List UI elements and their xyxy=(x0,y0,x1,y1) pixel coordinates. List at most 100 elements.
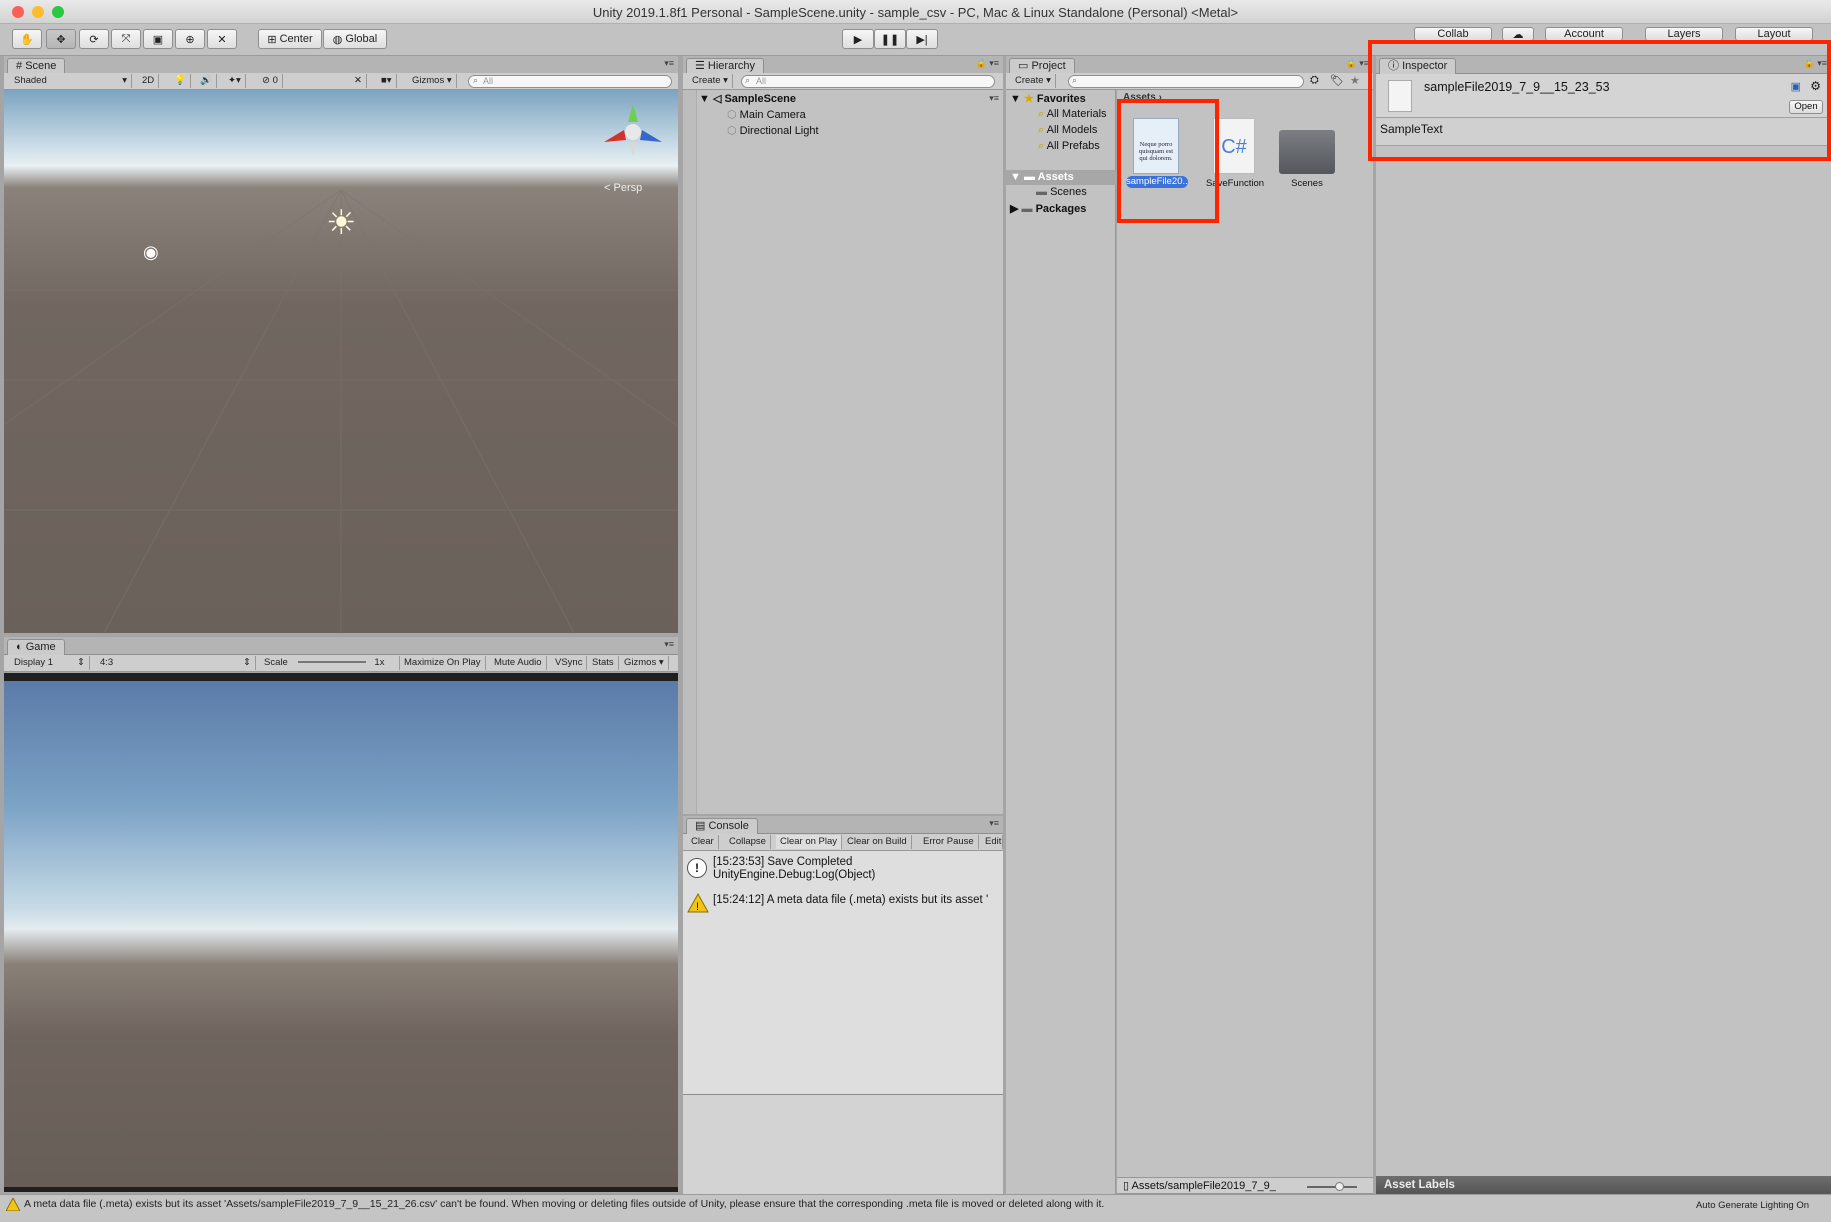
projection-label[interactable]: < Persp xyxy=(604,182,642,194)
icon-size-slider[interactable] xyxy=(1307,1182,1357,1191)
hierarchy-item-directional-light[interactable]: ⬡ Directional Light xyxy=(727,124,819,137)
orientation-gizmo[interactable] xyxy=(598,94,668,164)
account-dropdown[interactable]: Account xyxy=(1545,27,1623,41)
console-clear-on-build-toggle[interactable]: Clear on Build xyxy=(843,835,912,849)
lighting-toggle[interactable]: 💡 xyxy=(170,74,191,88)
scale-slider[interactable]: Scale 1x xyxy=(260,656,400,670)
assets-folder-item[interactable]: ▼ ▬ Assets xyxy=(1006,170,1116,185)
project-panel-menu[interactable]: 🔒 ▾≡ xyxy=(1346,58,1369,69)
console-detail-pane xyxy=(683,1094,1003,1194)
favorites-group[interactable]: ▼ ★ Favorites xyxy=(1010,92,1086,105)
stats-toggle[interactable]: Stats xyxy=(588,656,619,670)
vsync-toggle[interactable]: VSync xyxy=(551,656,588,670)
tab-project[interactable]: ▭ Project xyxy=(1009,58,1075,74)
slider-track xyxy=(298,661,367,664)
filter-label-icon[interactable]: 🏷 xyxy=(1330,74,1344,87)
game-panel-menu[interactable]: ▾≡ xyxy=(664,639,674,650)
triangle-down-icon: ▼ xyxy=(1010,171,1024,183)
effects-dropdown[interactable]: ✦▾ xyxy=(224,74,246,88)
pivot-global-toggle[interactable]: ◍ Global xyxy=(323,29,387,49)
custom-tool-button[interactable]: ✕ xyxy=(207,29,237,49)
packages-folder-item[interactable]: ▶ ▬ Packages xyxy=(1010,202,1086,215)
tab-console[interactable]: ▤ Console xyxy=(686,818,758,834)
rotate-tool-button[interactable]: ⟳ xyxy=(79,29,109,49)
pivot-center-toggle[interactable]: ⊞ Center xyxy=(258,29,322,49)
collab-label: Collab xyxy=(1437,28,1469,40)
project-search-input[interactable] xyxy=(1068,75,1304,88)
toggle-2d-button[interactable]: 2D xyxy=(138,74,160,88)
lighting-status[interactable]: Auto Generate Lighting On xyxy=(1696,1200,1809,1211)
highlight-box-asset xyxy=(1117,99,1219,223)
camera-dropdown[interactable]: ■▾ xyxy=(377,74,397,88)
project-toolbar: Create ▾ ⌕ ⛭ 🏷 ★ xyxy=(1006,73,1373,90)
hierarchy-search-input[interactable]: All xyxy=(741,75,995,88)
favorite-item-all-models[interactable]: ⌕ All Models xyxy=(1038,124,1097,137)
game-gizmos-dropdown[interactable]: Gizmos ▾ xyxy=(620,656,669,670)
gizmos-dropdown[interactable]: Gizmos ▾ xyxy=(408,74,457,88)
asset-labels-bar[interactable]: Asset Labels xyxy=(1376,1176,1831,1194)
console-error-pause-toggle[interactable]: Error Pause xyxy=(919,835,979,849)
layout-dropdown[interactable]: Layout xyxy=(1735,27,1813,41)
game-toolbar: Display 1 ⇕ 4:3 ⇕ Scale 1x Maximize On P… xyxy=(4,655,678,672)
game-viewport[interactable] xyxy=(4,681,678,1187)
aspect-dropdown[interactable]: 4:3 ⇕ xyxy=(96,656,256,670)
console-panel-menu[interactable]: ▾≡ xyxy=(989,818,999,829)
pause-button[interactable]: ❚❚ xyxy=(874,29,906,49)
asset-name: Scenes xyxy=(1291,178,1323,189)
error-pause-label: Error Pause xyxy=(923,836,974,847)
play-button[interactable]: ▶ xyxy=(842,29,874,49)
tab-scene[interactable]: # Scene xyxy=(7,58,66,74)
camera-icon: ◉ xyxy=(143,242,159,262)
hierarchy-create-dropdown[interactable]: Create ▾ xyxy=(688,74,733,88)
display-dropdown[interactable]: Display 1 ⇕ xyxy=(10,656,90,670)
favorite-item-all-prefabs[interactable]: ⌕ All Prefabs xyxy=(1038,140,1100,153)
scene-root-item[interactable]: ▼ ◁ SampleScene xyxy=(699,92,796,105)
step-button[interactable]: ▶| xyxy=(906,29,938,49)
collab-dropdown[interactable]: Collab xyxy=(1414,27,1492,41)
tab-game[interactable]: ◐ Game xyxy=(7,639,65,655)
scale-tool-button[interactable]: ⤧ xyxy=(111,29,141,49)
move-tool-button[interactable]: ✥ xyxy=(46,29,76,49)
hierarchy-item-main-camera[interactable]: ⬡ Main Camera xyxy=(727,108,806,121)
favorite-label: All Prefabs xyxy=(1046,140,1100,152)
scene-viewport[interactable]: ☀ ◉ < Persp xyxy=(4,90,678,633)
console-collapse-toggle[interactable]: Collapse xyxy=(725,835,771,849)
scenes-folder-item[interactable]: ▬ Scenes xyxy=(1036,186,1087,198)
console-entry[interactable]: ! [15:23:53] Save Completed UnityEngine.… xyxy=(683,853,1003,889)
scene-tools-button[interactable]: ✕ xyxy=(350,74,367,88)
hidden-objects-toggle[interactable]: ⊘ 0 xyxy=(258,74,283,88)
scene-search-input[interactable]: All xyxy=(468,75,672,88)
favorite-star-icon[interactable]: ★ xyxy=(1350,74,1360,87)
scene-item-menu[interactable]: ▾≡ xyxy=(989,93,999,104)
layers-dropdown[interactable]: Layers xyxy=(1645,27,1723,41)
rotate-icon: ⟳ xyxy=(89,33,99,46)
camera-gizmo[interactable]: ◉ xyxy=(143,242,159,263)
shading-mode-dropdown[interactable]: Shaded ▾ xyxy=(10,74,132,88)
console-entry[interactable]: ! [15:24:12] A meta data file (.meta) ex… xyxy=(683,889,1003,919)
filter-type-icon[interactable]: ⛭ xyxy=(1310,74,1319,87)
maximize-label: Maximize On Play xyxy=(404,657,481,668)
transform-tool-button[interactable]: ⊕ xyxy=(175,29,205,49)
cloud-button[interactable]: ☁ xyxy=(1502,27,1534,41)
favorite-item-all-materials[interactable]: ⌕ All Materials xyxy=(1038,108,1107,121)
account-label: Account xyxy=(1564,28,1604,40)
maximize-on-play-toggle[interactable]: Maximize On Play xyxy=(400,656,486,670)
tab-hierarchy[interactable]: ☰ Hierarchy xyxy=(686,58,764,74)
scene-panel-menu[interactable]: ▾≡ xyxy=(664,58,674,69)
console-clear-button[interactable]: Clear xyxy=(687,835,719,849)
console-icon: ▤ xyxy=(695,820,709,832)
hierarchy-panel-menu[interactable]: 🔒 ▾≡ xyxy=(976,58,999,69)
asset-tile-scenes[interactable]: Scenes xyxy=(1277,118,1337,189)
scene-toolbar: Shaded ▾ 2D 💡 🔊 ✦▾ ⊘ 0 ✕ ■▾ Gizmos ▾ All… xyxy=(4,73,678,90)
console-editor-dropdown[interactable]: Edit xyxy=(981,835,1003,849)
slider-thumb[interactable] xyxy=(1335,1182,1344,1191)
audio-toggle[interactable]: 🔊 xyxy=(196,74,217,88)
project-create-dropdown[interactable]: Create ▾ xyxy=(1011,74,1056,88)
hand-tool-button[interactable]: ✋ xyxy=(12,29,42,49)
status-message[interactable]: A meta data file (.meta) exists but its … xyxy=(24,1198,1644,1210)
console-clear-on-play-toggle[interactable]: Clear on Play xyxy=(776,835,843,849)
mute-audio-toggle[interactable]: Mute Audio xyxy=(490,656,547,670)
search-icon: ⌕ xyxy=(745,75,751,85)
rect-tool-button[interactable]: ▣ xyxy=(143,29,173,49)
directional-light-gizmo[interactable]: ☀ xyxy=(326,206,356,240)
